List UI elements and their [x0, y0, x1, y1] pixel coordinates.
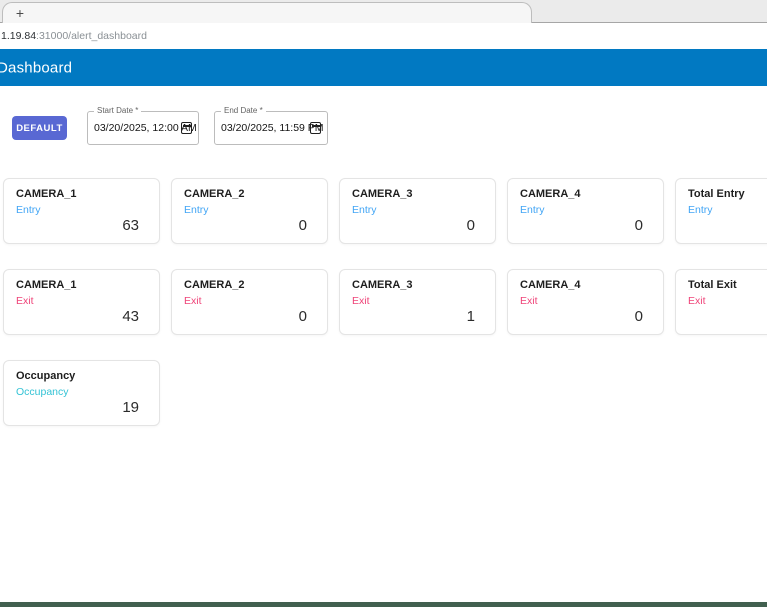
card-title: CAMERA_4	[520, 279, 581, 291]
card-title: CAMERA_1	[16, 279, 77, 291]
card-value: 0	[298, 308, 307, 325]
url-text[interactable]: 1.19.84:31000/alert_dashboard	[1, 30, 147, 42]
page-title: Dashboard	[0, 59, 73, 76]
card-value: 0	[634, 308, 643, 325]
browser-tab-strip: +	[0, 0, 767, 23]
card-metric-label: Exit	[184, 295, 202, 307]
end-date-value[interactable]: 03/20/2025, 11:59 PM	[221, 112, 324, 144]
calendar-icon[interactable]	[310, 122, 321, 134]
card-title: Occupancy	[16, 370, 76, 382]
card-metric-label: Entry	[520, 204, 545, 216]
bottom-bar	[0, 602, 767, 607]
end-date-field[interactable]: End Date * 03/20/2025, 11:59 PM	[214, 106, 328, 145]
url-host: 1.19.84	[1, 30, 37, 42]
card-value: 1	[466, 308, 475, 325]
card-metric-label: Exit	[688, 295, 706, 307]
card-value: 0	[298, 217, 307, 234]
stat-card: CAMERA_3 Exit 1	[339, 269, 496, 335]
card-title: CAMERA_3	[352, 188, 413, 200]
start-date-field[interactable]: Start Date * 03/20/2025, 12:00 AM	[87, 106, 199, 145]
card-value: 0	[634, 217, 643, 234]
card-metric-label: Entry	[352, 204, 377, 216]
card-value: 43	[122, 308, 139, 325]
stat-card: CAMERA_2 Exit 0	[171, 269, 328, 335]
stat-card: Total Entry Entry	[675, 178, 767, 244]
card-metric-label: Exit	[16, 295, 34, 307]
browser-url-bar[interactable]: 1.19.84:31000/alert_dashboard	[0, 24, 767, 49]
stat-card: CAMERA_4 Entry 0	[507, 178, 664, 244]
stat-card: CAMERA_4 Exit 0	[507, 269, 664, 335]
new-tab-plus-icon[interactable]: +	[11, 4, 29, 22]
stat-card: Total Exit Exit	[675, 269, 767, 335]
url-path: :31000/alert_dashboard	[36, 30, 147, 42]
stat-card: CAMERA_2 Entry 0	[171, 178, 328, 244]
card-title: CAMERA_2	[184, 188, 245, 200]
card-metric-label: Entry	[688, 204, 713, 216]
card-metric-label: Exit	[520, 295, 538, 307]
card-title: Total Entry	[688, 188, 745, 200]
calendar-icon[interactable]	[181, 122, 192, 134]
card-title: CAMERA_2	[184, 279, 245, 291]
card-value: 63	[122, 217, 139, 234]
stat-card: CAMERA_1 Exit 43	[3, 269, 160, 335]
app-header: Dashboard	[0, 49, 767, 86]
stat-card: CAMERA_3 Entry 0	[339, 178, 496, 244]
card-value: 0	[466, 217, 475, 234]
card-title: CAMERA_3	[352, 279, 413, 291]
card-title: CAMERA_4	[520, 188, 581, 200]
stat-card: CAMERA_1 Entry 63	[3, 178, 160, 244]
card-title: Total Exit	[688, 279, 737, 291]
default-button[interactable]: DEFAULT	[12, 116, 67, 140]
card-title: CAMERA_1	[16, 188, 77, 200]
card-value: 19	[122, 399, 139, 416]
browser-tab[interactable]: +	[2, 2, 532, 23]
card-metric-label: Entry	[184, 204, 209, 216]
card-metric-label: Exit	[352, 295, 370, 307]
card-metric-label: Occupancy	[16, 386, 69, 398]
card-metric-label: Entry	[16, 204, 41, 216]
stat-card: Occupancy Occupancy 19	[3, 360, 160, 426]
cards-grid: CAMERA_1 Entry 63 CAMERA_2 Entry 0 CAMERA_3 Ent…	[3, 178, 767, 426]
